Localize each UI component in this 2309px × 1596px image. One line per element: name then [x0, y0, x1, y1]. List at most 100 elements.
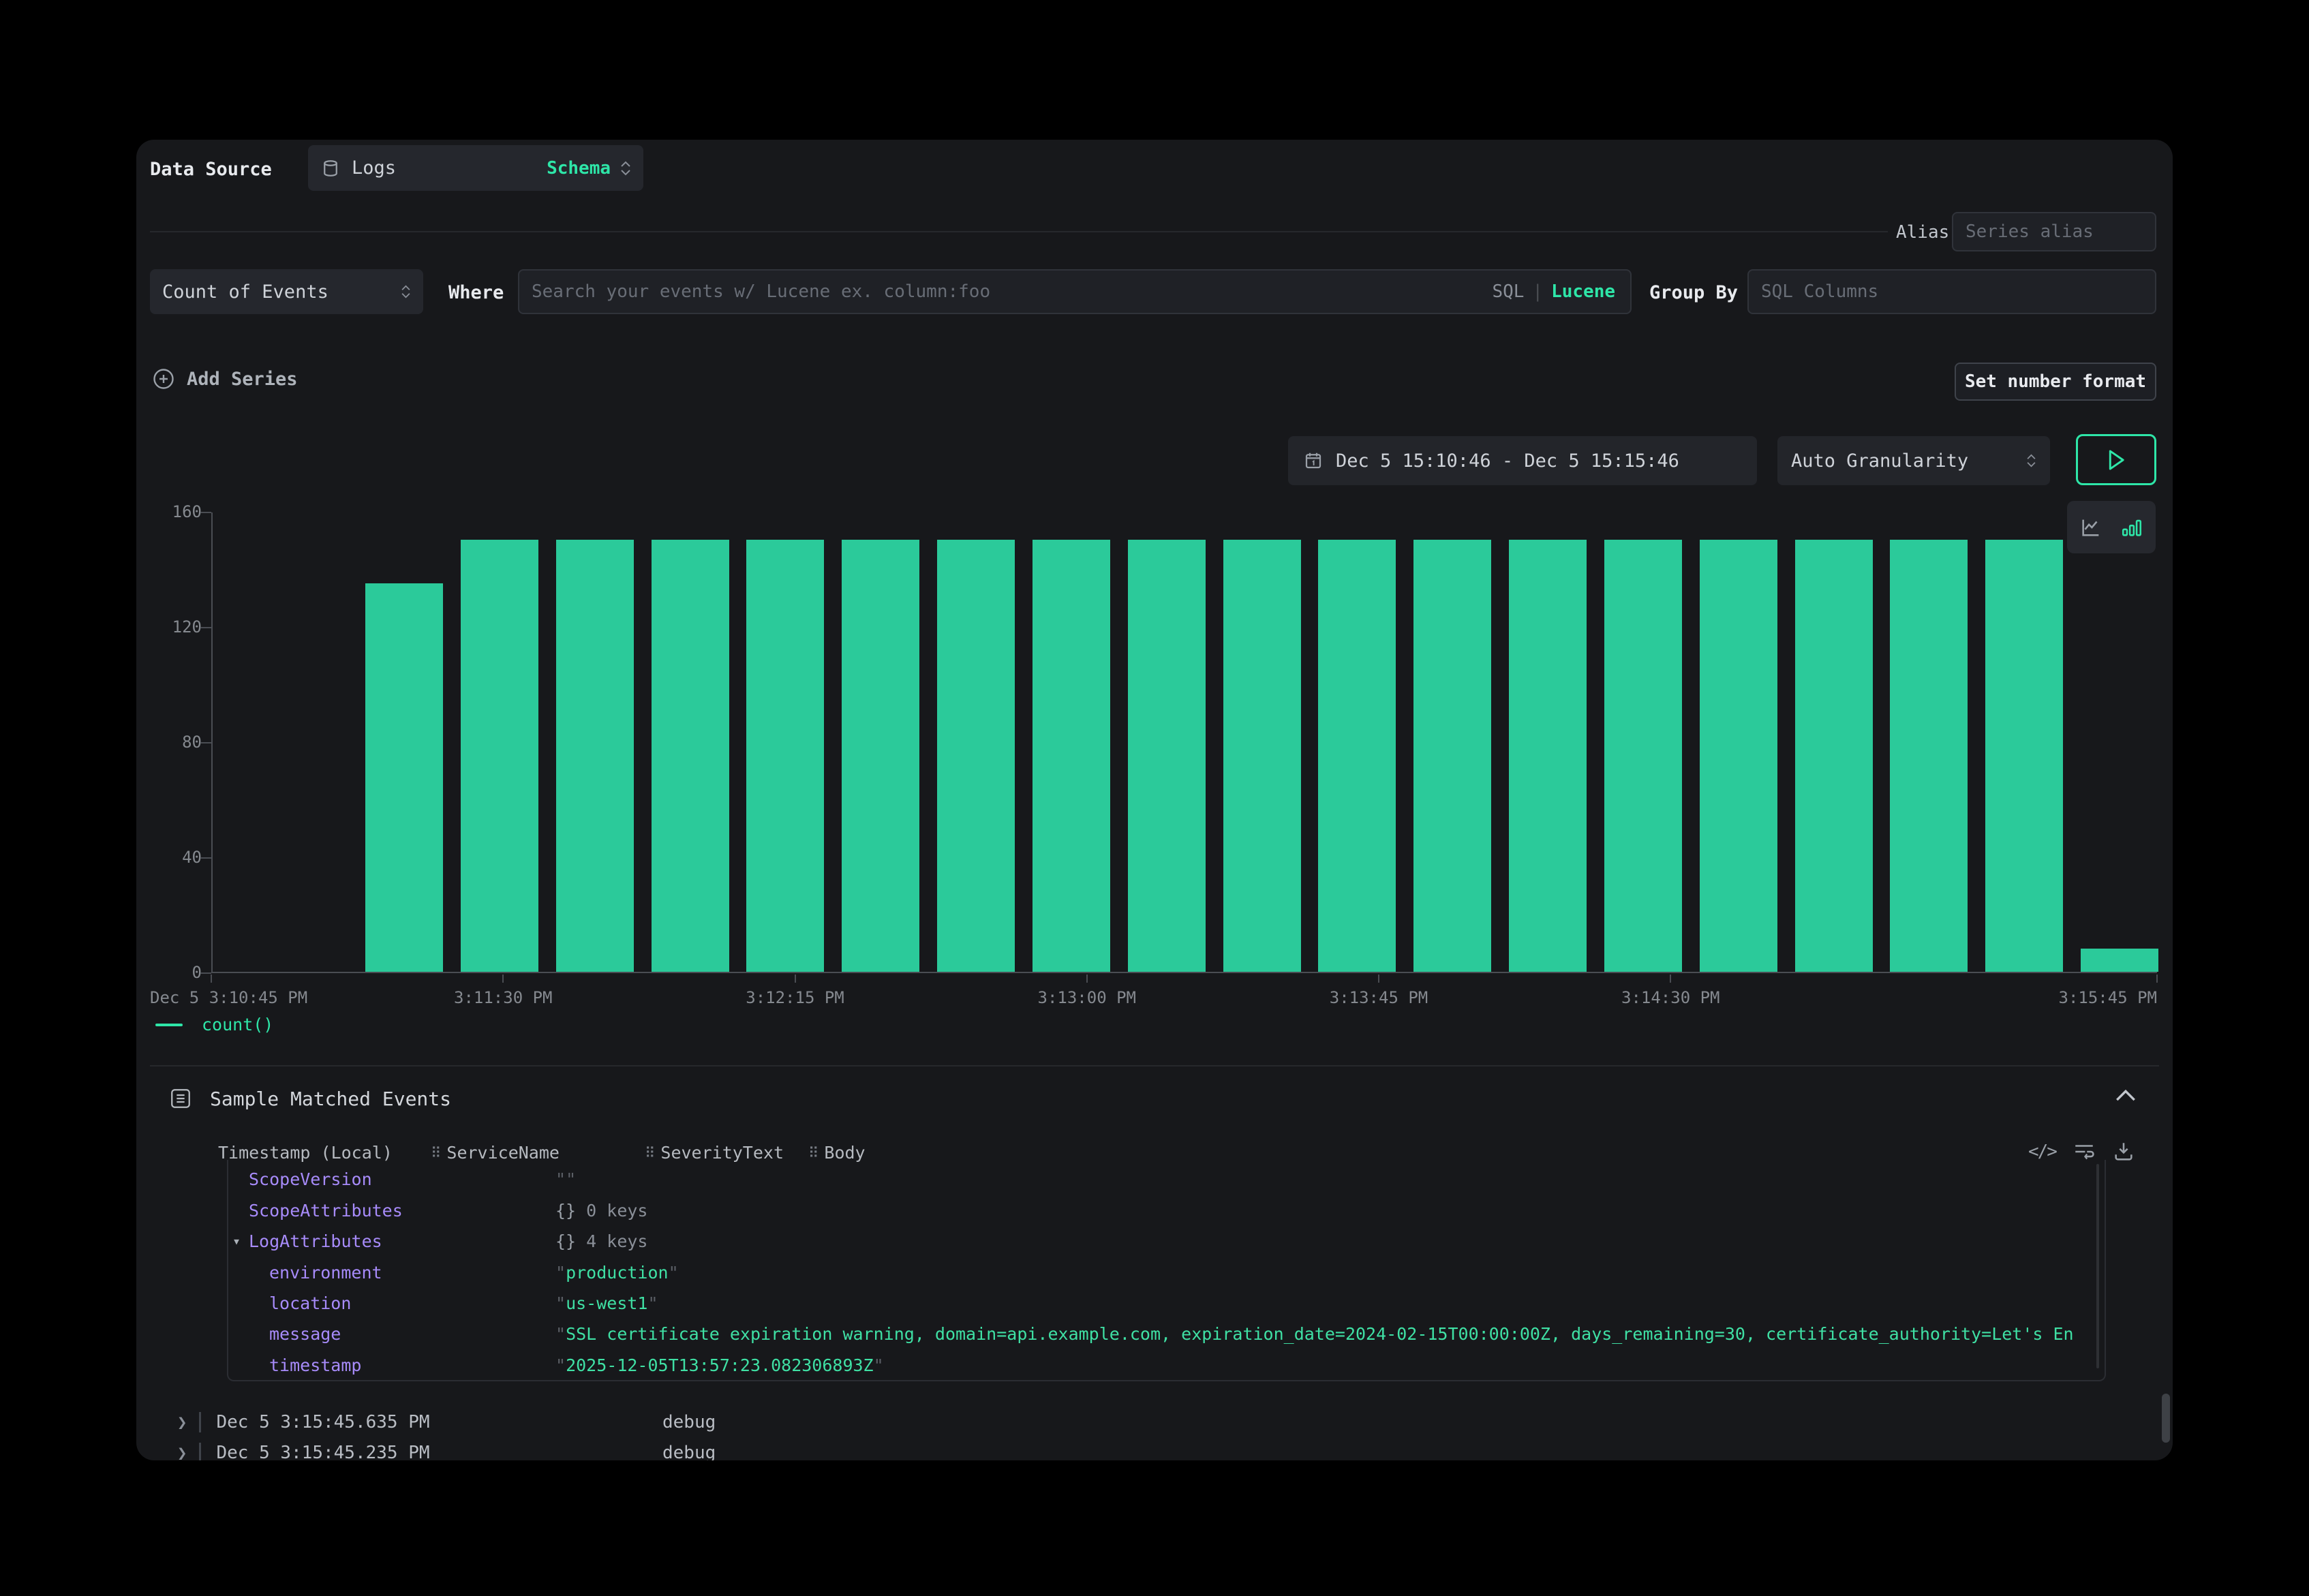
chart-bar: [1604, 540, 1682, 972]
granularity-select[interactable]: Auto Granularity: [1777, 436, 2050, 485]
time-range-picker[interactable]: Dec 5 15:10:46 - Dec 5 15:15:46: [1288, 436, 1757, 485]
collapse-events-button[interactable]: [2114, 1087, 2137, 1103]
json-value: "us-west1": [555, 1293, 2074, 1313]
y-axis-tick-label: 80: [146, 733, 202, 752]
json-value: "2025-12-05T13:57:23.082306893Z": [555, 1355, 2074, 1375]
add-series-label: Add Series: [187, 369, 298, 390]
json-row[interactable]: environment"production": [228, 1258, 2105, 1287]
json-row[interactable]: ▾LogAttributes{} 4 keys: [228, 1227, 2105, 1255]
y-axis-tick-label: 0: [146, 963, 202, 982]
alias-label: Alias: [1896, 222, 1949, 243]
drag-handle-icon[interactable]: ⠿: [645, 1145, 655, 1161]
legend-swatch: [155, 1024, 183, 1026]
group-by-label: Group By: [1649, 282, 1738, 303]
search-input[interactable]: [519, 271, 1630, 313]
calendar-icon: [1303, 450, 1324, 471]
event-row[interactable]: ❯Dec 5 3:15:45.635 PMdebug: [177, 1409, 430, 1436]
chart-bar: [1795, 540, 1873, 972]
aggregation-value: Count of Events: [162, 281, 328, 303]
x-axis-tick-label: Dec 5 3:10:45 PM: [150, 988, 307, 1007]
code-icon[interactable]: </>: [2028, 1141, 2056, 1162]
severity-indicator-bar: [199, 1443, 201, 1460]
severity-indicator-bar: [199, 1412, 201, 1432]
y-axis-tick-label: 40: [146, 848, 202, 867]
play-icon: [2106, 449, 2126, 471]
chevron-right-icon[interactable]: ❯: [177, 1443, 187, 1460]
time-range-value: Dec 5 15:10:46 - Dec 5 15:15:46: [1336, 450, 1679, 472]
events-section-divider: [150, 1065, 2159, 1066]
bar-chart-plot: [211, 512, 2157, 973]
x-axis-tick-label: 3:13:00 PM: [1038, 988, 1137, 1007]
json-row[interactable]: ScopeAttributes{} 0 keys: [228, 1196, 2105, 1225]
alias-row-divider: [150, 231, 1888, 232]
braces-icon: {}: [555, 1201, 576, 1221]
json-value: "SSL certificate expiration warning, dom…: [555, 1324, 2074, 1344]
aggregation-select[interactable]: Count of Events: [150, 269, 423, 314]
chart-bar: [461, 540, 538, 972]
x-axis-tick-label: 3:14:30 PM: [1621, 988, 1720, 1007]
collapse-node-icon[interactable]: ▾: [232, 1233, 241, 1249]
event-row[interactable]: ❯Dec 5 3:15:45.235 PMdebug: [177, 1439, 430, 1460]
plus-circle-icon: [151, 367, 176, 391]
chart-bar: [842, 540, 919, 972]
json-key: ScopeAttributes: [249, 1201, 403, 1221]
lucene-toggle[interactable]: Lucene: [1551, 281, 1615, 302]
x-axis-tick-label: 3:12:15 PM: [746, 988, 844, 1007]
events-header: Sample Matched Events: [169, 1087, 451, 1110]
data-source-tag: Schema: [547, 158, 611, 179]
event-severity: debug: [662, 1412, 716, 1432]
chart-bar: [1128, 540, 1206, 972]
app-background: Data Source Logs Schema Alias Count of E…: [0, 0, 2309, 1596]
run-query-button[interactable]: [2076, 434, 2156, 485]
set-number-format-button[interactable]: Set number format: [1955, 363, 2156, 401]
updown-chevron-icon: [401, 285, 411, 298]
card-scrollbar-thumb[interactable]: [2162, 1394, 2170, 1443]
drag-handle-icon[interactable]: ⠿: [808, 1145, 819, 1161]
bar-chart-icon[interactable]: [2120, 516, 2143, 539]
x-axis-tick-mark: [1378, 975, 1379, 983]
json-value: "": [555, 1169, 2074, 1189]
x-axis-tick-mark: [795, 975, 796, 983]
chart-bar: [746, 540, 824, 972]
braces-icon: {}: [555, 1231, 576, 1251]
query-language-toggle: SQL | Lucene: [1492, 271, 1615, 313]
group-by-input[interactable]: [1749, 271, 2155, 313]
json-row[interactable]: ScopeVersion"": [228, 1165, 2105, 1193]
json-key: message: [269, 1324, 341, 1344]
add-series-button[interactable]: Add Series: [151, 367, 298, 391]
alias-input[interactable]: [1953, 213, 2155, 250]
chevron-right-icon[interactable]: ❯: [177, 1413, 187, 1432]
chart-bar: [937, 540, 1015, 972]
search-input-wrap: SQL | Lucene: [518, 269, 1632, 314]
sql-toggle[interactable]: SQL: [1492, 281, 1524, 302]
events-title: Sample Matched Events: [210, 1088, 451, 1110]
json-key: environment: [269, 1263, 382, 1283]
download-icon[interactable]: [2112, 1140, 2135, 1163]
group-by-input-wrap: [1747, 269, 2156, 314]
chart-bar: [1318, 540, 1396, 972]
chart-type-toggle: [2067, 501, 2156, 553]
json-key: location: [269, 1293, 351, 1313]
y-axis-tick-mark: [200, 972, 211, 974]
event-severity: debug: [662, 1443, 716, 1460]
line-chart-icon[interactable]: [2079, 516, 2102, 539]
x-axis-tick-label: 3:15:45 PM: [2059, 988, 2158, 1007]
data-source-label: Data Source: [150, 159, 272, 180]
json-row[interactable]: message "SSL certificate expiration warni…: [228, 1319, 2105, 1348]
y-axis-tick-mark: [200, 742, 211, 743]
y-axis-tick-mark: [200, 512, 211, 513]
chart-bar: [1033, 540, 1110, 972]
set-number-format-label: Set number format: [1965, 371, 2146, 392]
database-icon: [320, 158, 341, 179]
x-axis-tick-label: 3:13:45 PM: [1330, 988, 1428, 1007]
json-row[interactable]: timestamp "2025-12-05T13:57:23.082306893Z…: [228, 1351, 2105, 1379]
json-key: timestamp: [269, 1355, 361, 1375]
data-source-select[interactable]: Logs Schema: [308, 145, 643, 191]
drag-handle-icon[interactable]: ⠿: [431, 1145, 441, 1161]
list-icon: [169, 1087, 192, 1110]
updown-chevron-icon: [2026, 454, 2036, 467]
chart-legend: count(): [155, 1015, 273, 1034]
json-key: LogAttributes: [249, 1231, 382, 1251]
json-row[interactable]: location "us-west1": [228, 1289, 2105, 1317]
chart-bar: [556, 540, 634, 972]
